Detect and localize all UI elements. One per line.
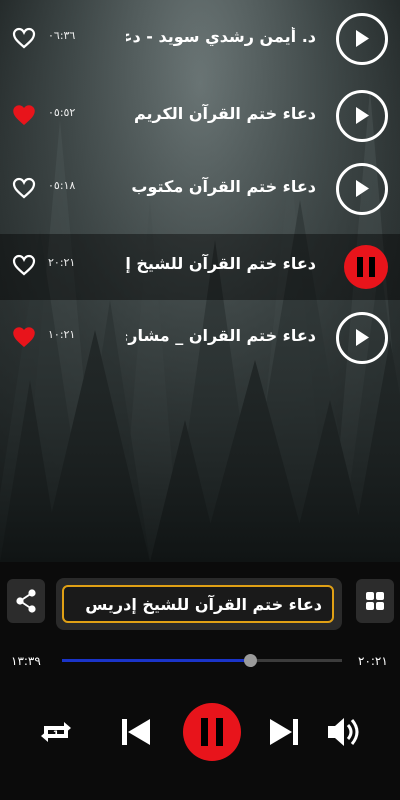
seek-bar-fill	[62, 659, 250, 662]
track-title: د. أيمن رشدي سويد - دعاء ختم القرآن	[126, 27, 316, 46]
play-button[interactable]	[336, 163, 388, 215]
pause-button[interactable]	[344, 245, 388, 289]
share-button[interactable]	[7, 579, 45, 623]
heart-icon[interactable]	[12, 254, 36, 276]
track-row[interactable]: دعاء ختم القرآن الكريم ٠٥:٥٢	[0, 84, 400, 150]
grid-button[interactable]	[356, 579, 394, 623]
track-title: دعاء ختم القرآن للشيخ إدريس	[126, 254, 316, 273]
track-title: دعاء ختم القرآن مكتوب	[131, 177, 316, 196]
heart-icon[interactable]	[12, 27, 36, 49]
play-button[interactable]	[336, 312, 388, 364]
now-playing-title: دعاء ختم القرآن للشيخ إدريس	[85, 595, 322, 614]
grid-icon	[366, 592, 384, 610]
track-duration: ٢٠:٢١	[48, 256, 76, 269]
seek-bar[interactable]	[62, 654, 342, 667]
main-pause-button[interactable]	[183, 703, 241, 761]
elapsed-time: ١٣:٣٩	[11, 654, 41, 668]
heart-icon[interactable]	[12, 326, 36, 348]
track-title: دعاء ختم القران _ مشاري	[126, 326, 316, 345]
play-icon	[356, 329, 369, 346]
repeat-one-icon[interactable]: 1	[36, 712, 76, 752]
track-row[interactable]: د. أيمن رشدي سويد - دعاء ختم القرآن ٠٦:٣…	[0, 7, 400, 73]
svg-text:1: 1	[53, 730, 59, 740]
now-playing-box: دعاء ختم القرآن للشيخ إدريس	[56, 578, 342, 630]
track-duration: ٠٥:٥٢	[48, 106, 76, 119]
track-duration: ٠٥:١٨	[48, 179, 76, 192]
play-icon	[356, 180, 369, 197]
track-duration: ١٠:٢١	[48, 328, 76, 341]
seek-thumb[interactable]	[243, 654, 257, 667]
heart-icon[interactable]	[12, 104, 36, 126]
skip-next-icon[interactable]	[266, 713, 304, 751]
pause-icon	[357, 257, 375, 277]
track-row[interactable]: دعاء ختم القرآن مكتوب ٠٥:١٨	[0, 157, 400, 223]
track-row-active[interactable]: دعاء ختم القرآن للشيخ إدريس ٢٠:٢١	[0, 234, 400, 300]
play-button[interactable]	[336, 90, 388, 142]
total-time: ٢٠:٢١	[358, 654, 388, 668]
pause-icon	[201, 718, 223, 746]
play-icon	[356, 107, 369, 124]
volume-icon[interactable]	[324, 712, 364, 752]
player-panel: دعاء ختم القرآن للشيخ إدريس ١٣:٣٩ ٢٠:٢١ …	[0, 562, 400, 800]
track-row[interactable]: دعاء ختم القران _ مشاري ١٠:٢١	[0, 306, 400, 372]
heart-icon[interactable]	[12, 177, 36, 199]
play-button[interactable]	[336, 13, 388, 65]
skip-previous-icon[interactable]	[116, 713, 154, 751]
play-icon	[356, 30, 369, 47]
now-playing-frame: دعاء ختم القرآن للشيخ إدريس	[62, 585, 334, 623]
track-duration: ٠٦:٣٦	[48, 29, 76, 42]
track-title: دعاء ختم القرآن الكريم	[133, 104, 316, 123]
share-icon	[16, 589, 36, 613]
